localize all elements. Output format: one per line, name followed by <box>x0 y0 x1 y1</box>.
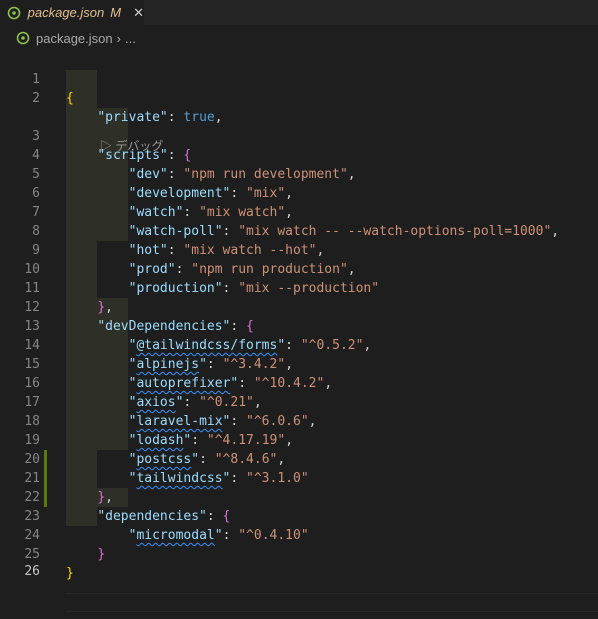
code-line: 15 "autoprefixer": "^10.4.2", <box>0 336 598 391</box>
code-line: 5 "development": "mix", <box>0 146 598 201</box>
code-line: 19 "postcss": "^8.4.6", <box>0 412 598 467</box>
line-number: 26 <box>24 564 40 579</box>
modified-indicator: M <box>110 5 122 20</box>
code-line: 7 "watch-poll": "mix watch -- --watch-op… <box>0 184 598 239</box>
code-line: 20 "tailwindcss": "^3.1.0" <box>0 431 598 486</box>
code-line: 23 "micromodal": "^0.4.10" <box>0 488 598 543</box>
code-line: 12 "devDependencies": { <box>0 279 598 334</box>
code-line: 16 "axios": "^0.21", <box>0 355 598 410</box>
line-number: 2 <box>32 91 40 106</box>
code-line: 13 "@tailwindcss/forms": "^0.5.2", <box>0 298 598 353</box>
code-line: 26 <box>0 543 598 579</box>
json-file-icon <box>15 30 31 46</box>
tab-package-json[interactable]: package.json M ✕ <box>0 0 144 25</box>
tab-label: package.json <box>27 5 105 20</box>
code-line: 6 "watch": "mix watch", <box>0 165 598 220</box>
code-line: 9 "prod": "npm run production", <box>0 222 598 277</box>
code-line: 2 "private": true, <box>0 70 598 125</box>
code-line: 8 "hot": "mix watch --hot", <box>0 203 598 258</box>
code-line: 18 "lodash": "^4.17.19", <box>0 393 598 448</box>
code-line: 11 }, <box>0 260 598 315</box>
code-editor[interactable]: ▷ デバッグ 1 { 2 "private": true, 3 "scripts… <box>0 51 598 612</box>
breadcrumb: package.json › ... <box>0 25 598 51</box>
code-line: 3 "scripts": { <box>0 108 598 163</box>
code-line: 17 "laravel-mix": "^6.0.6", <box>0 374 598 429</box>
close-icon[interactable]: ✕ <box>133 5 144 21</box>
chevron-right-icon: › <box>116 30 121 46</box>
current-line-highlight <box>66 593 598 612</box>
code-line: 21 }, <box>0 450 598 505</box>
tab-bar: package.json M ✕ <box>0 0 598 25</box>
code-line: 4 "dev": "npm run development", <box>0 127 598 182</box>
json-file-icon <box>6 5 22 21</box>
breadcrumb-file[interactable]: package.json <box>36 31 113 46</box>
code-line: 10 "production": "mix --production" <box>0 241 598 296</box>
breadcrumb-more[interactable]: ... <box>125 31 136 46</box>
code-line: 14 "alpinejs": "^3.4.2", <box>0 317 598 372</box>
code-line: 22 "dependencies": { <box>0 469 598 524</box>
code-line: 24 } <box>0 507 598 562</box>
code-line: 1 { <box>0 51 598 106</box>
